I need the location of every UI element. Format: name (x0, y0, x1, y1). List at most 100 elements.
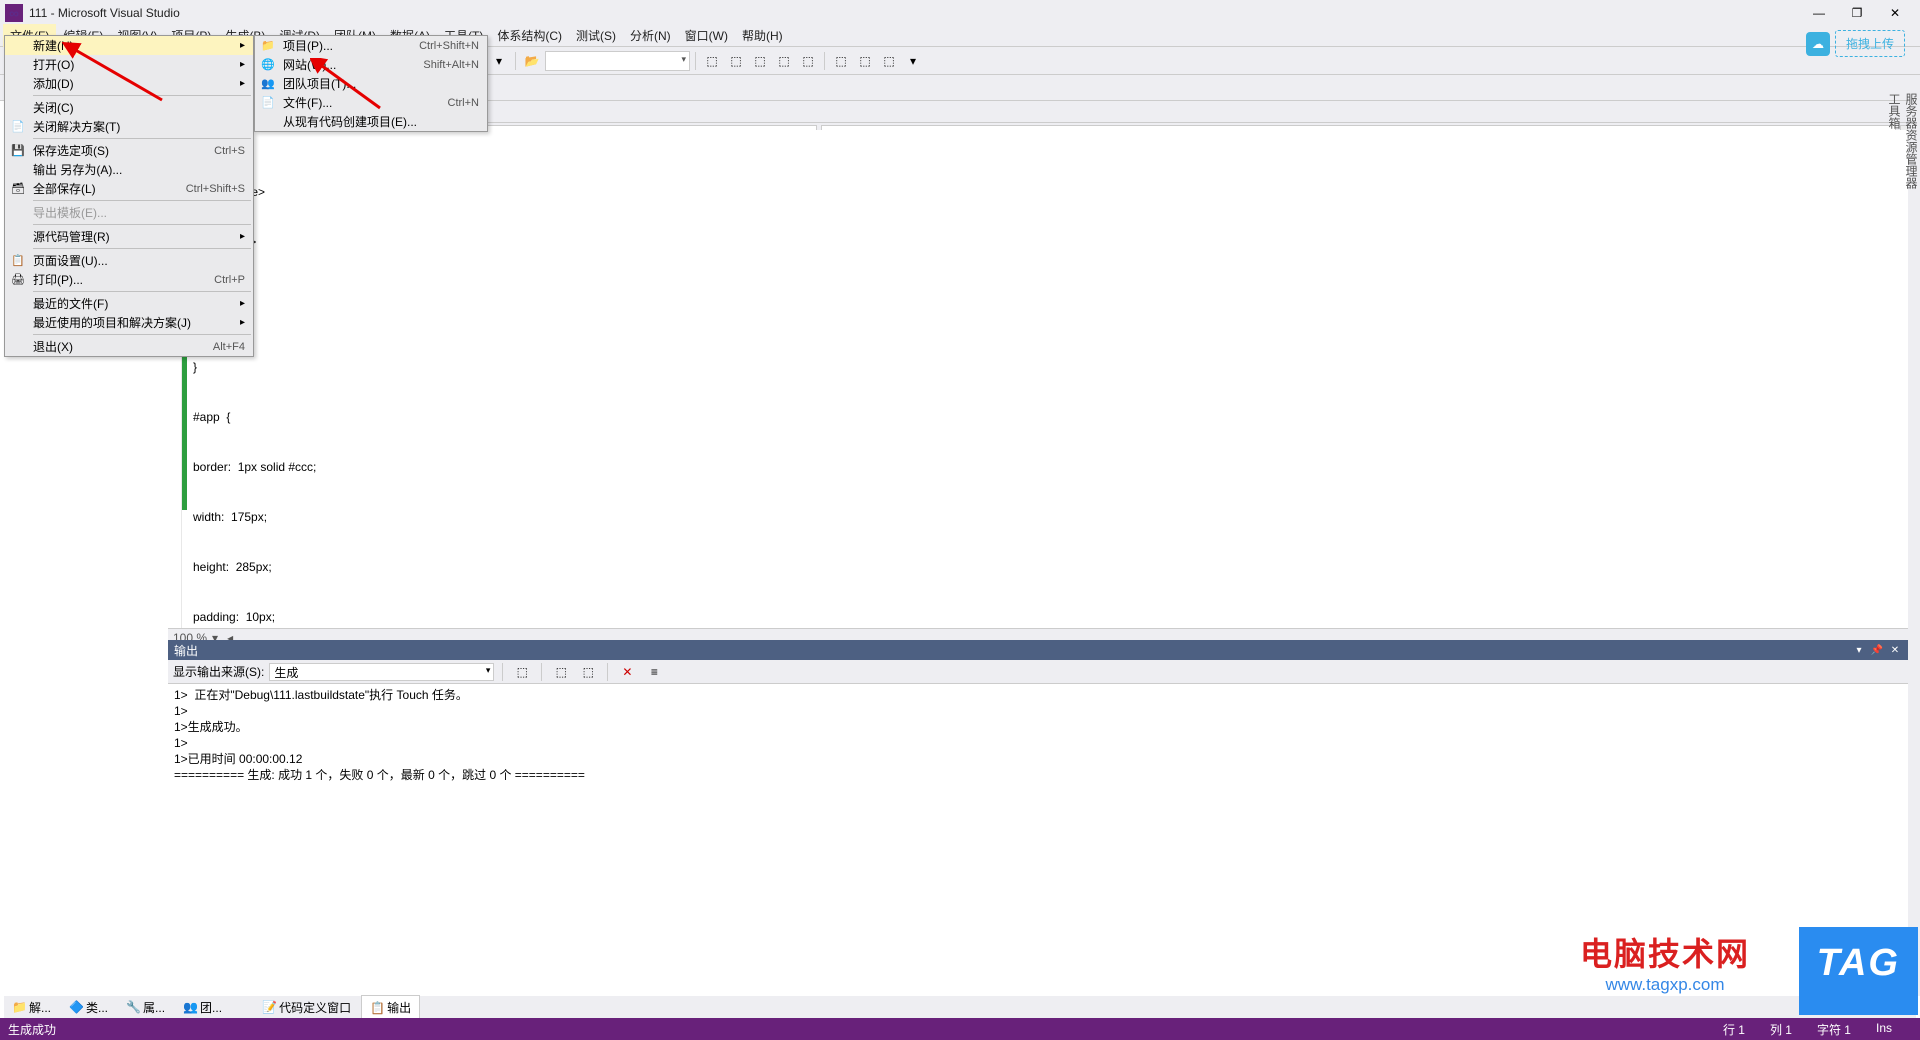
menu-source-control[interactable]: 源代码管理(R) ▸ (5, 227, 253, 246)
menu-add[interactable]: 添加(D) ▸ (5, 74, 253, 93)
cloud-upload[interactable]: ☁ 拖拽上传 (1806, 30, 1905, 57)
tool-dropdown-icon[interactable]: ▾ (488, 50, 510, 72)
panel-pin-icon[interactable]: 📌 (1870, 643, 1884, 657)
tool-icon[interactable]: ⬚ (830, 50, 852, 72)
status-bar: 生成成功 行 1 列 1 字符 1 Ins (0, 1018, 1920, 1040)
output-source-value: 生成 (274, 666, 298, 680)
menu-print[interactable]: 🖨 打印(P)... Ctrl+P (5, 270, 253, 289)
menu-page-setup[interactable]: 📋 页面设置(U)... (5, 251, 253, 270)
menu-help[interactable]: 帮助(H) (735, 24, 790, 47)
save-icon: 💾 (10, 143, 26, 159)
menu-window[interactable]: 窗口(W) (678, 24, 735, 47)
menu-page-setup-label: 页面设置(U)... (33, 252, 108, 269)
menu-export-template: 导出模板(E)... (5, 203, 253, 222)
toolbar-separator (695, 52, 696, 70)
solution-icon: 📁 (12, 1000, 26, 1014)
class-icon: 🔷 (69, 1000, 83, 1014)
shortcut-label: Ctrl+Shift+N (419, 40, 479, 52)
output-wrap-icon[interactable]: ≡ (643, 661, 665, 683)
output-source-combo[interactable]: 生成 (269, 663, 494, 681)
tool-find-icon[interactable]: 📂 (521, 50, 543, 72)
output-tool-icon[interactable]: ⬚ (577, 661, 599, 683)
menu-recent-files[interactable]: 最近的文件(F) ▸ (5, 294, 253, 313)
new-submenu: 📁 项目(P)... Ctrl+Shift+N 🌐 网站(W)... Shift… (254, 35, 488, 132)
menu-save-all-label: 全部保存(L) (33, 180, 96, 197)
output-tool-icon[interactable]: ⬚ (511, 661, 533, 683)
file-menu-dropdown: 新建(N) ▸ 打开(O) ▸ 添加(D) ▸ 关闭(C) 📄 关闭解决方案(T… (4, 35, 254, 357)
output-tab[interactable]: 📋输出 (361, 995, 420, 1019)
print-icon: 🖨 (10, 272, 26, 288)
output-panel: 输出 ▾ 📌 ✕ 显示输出来源(S): 生成 ⬚ ⬚ ⬚ ✕ ≡ 1> 正在对"… (168, 640, 1908, 810)
menu-recent-projects[interactable]: 最近使用的项目和解决方案(J) ▸ (5, 313, 253, 332)
toolbar-separator (607, 663, 608, 681)
menu-test[interactable]: 测试(S) (569, 24, 623, 47)
output-text[interactable]: 1> 正在对"Debug\111.lastbuildstate"执行 Touch… (168, 684, 1908, 810)
submenu-from-existing-label: 从现有代码创建项目(E)... (283, 113, 417, 130)
shortcut-label: Ctrl+Shift+S (186, 183, 245, 195)
tool-icon[interactable]: ⬚ (701, 50, 723, 72)
minimize-button[interactable]: — (1809, 3, 1829, 23)
maximize-button[interactable]: ❐ (1847, 3, 1867, 23)
submenu-project[interactable]: 📁 项目(P)... Ctrl+Shift+N (255, 36, 487, 55)
window-controls: — ❐ ✕ (1809, 3, 1915, 23)
submenu-file[interactable]: 📄 文件(F)... Ctrl+N (255, 93, 487, 112)
project-icon: 📁 (260, 38, 276, 54)
menu-analyze[interactable]: 分析(N) (623, 24, 678, 47)
menu-separator (33, 138, 251, 139)
shortcut-label: Alt+F4 (213, 341, 245, 353)
server-explorer-tab[interactable]: 服务器资源管理器 (1903, 85, 1920, 996)
submenu-arrow-icon: ▸ (240, 78, 245, 89)
close-button[interactable]: ✕ (1885, 3, 1905, 23)
output-source-label: 显示输出来源(S): (173, 663, 264, 680)
toolbar-separator (824, 52, 825, 70)
submenu-arrow-icon: ▸ (240, 59, 245, 70)
code-definition-tab[interactable]: 📝代码定义窗口 (254, 996, 359, 1019)
menu-separator (33, 200, 251, 201)
tool-icon[interactable]: ⬚ (854, 50, 876, 72)
output-title: 输出 (174, 642, 198, 659)
toolbox-tab[interactable]: 工具箱 (1886, 85, 1903, 996)
tool-icon[interactable]: ⬚ (797, 50, 819, 72)
menu-close-label: 关闭(C) (33, 99, 74, 116)
menu-architecture[interactable]: 体系结构(C) (490, 24, 569, 47)
menu-new[interactable]: 新建(N) ▸ (5, 36, 253, 55)
submenu-website-label: 网站(W)... (283, 56, 336, 73)
tool-icon[interactable]: ⬚ (773, 50, 795, 72)
tool-icon[interactable]: ⬚ (725, 50, 747, 72)
menu-save-selected-label: 保存选定项(S) (33, 142, 109, 159)
submenu-from-existing[interactable]: 从现有代码创建项目(E)... (255, 112, 487, 131)
submenu-arrow-icon: ▸ (240, 298, 245, 309)
menu-separator (33, 248, 251, 249)
team-project-icon: 👥 (260, 76, 276, 92)
status-line: 行 1 (1723, 1021, 1745, 1038)
tool-dropdown-icon[interactable]: ▾ (902, 50, 924, 72)
tool-icon[interactable]: ⬚ (749, 50, 771, 72)
output-tool-icon[interactable]: ⬚ (550, 661, 572, 683)
team-explorer-tab[interactable]: 👥团... (175, 996, 230, 1019)
solution-explorer-tab[interactable]: 📁解... (4, 996, 59, 1019)
menu-save-all[interactable]: 🗃 全部保存(L) Ctrl+Shift+S (5, 179, 253, 198)
menu-close-solution[interactable]: 📄 关闭解决方案(T) (5, 117, 253, 136)
right-rail: 服务器资源管理器 工具箱 (1908, 75, 1920, 996)
output-clear-icon[interactable]: ✕ (616, 661, 638, 683)
menu-open[interactable]: 打开(O) ▸ (5, 55, 253, 74)
properties-tab[interactable]: 🔧属... (118, 996, 173, 1019)
menu-save-selected[interactable]: 💾 保存选定项(S) Ctrl+S (5, 141, 253, 160)
menu-exit[interactable]: 退出(X) Alt+F4 (5, 337, 253, 356)
panel-dropdown-icon[interactable]: ▾ (1852, 643, 1866, 657)
class-view-tab[interactable]: 🔷类... (61, 996, 116, 1019)
tool-icon[interactable]: ⬚ (878, 50, 900, 72)
watermark-url: www.tagxp.com (1580, 975, 1750, 995)
menu-save-as-label: 输出 另存为(A)... (33, 161, 122, 178)
menu-close[interactable]: 关闭(C) (5, 98, 253, 117)
submenu-team-project[interactable]: 👥 团队项目(T)... (255, 74, 487, 93)
find-combo[interactable] (545, 51, 690, 71)
output-header: 输出 ▾ 📌 ✕ (168, 640, 1908, 660)
submenu-website[interactable]: 🌐 网站(W)... Shift+Alt+N (255, 55, 487, 74)
menu-open-label: 打开(O) (33, 56, 74, 73)
code-editor[interactable]: et="utf-8"> 计算器</title> ="text/css"> px;… (168, 130, 1908, 640)
menu-new-label: 新建(N) (33, 37, 74, 54)
menu-save-as[interactable]: 输出 另存为(A)... (5, 160, 253, 179)
watermark: 电脑技术网 www.tagxp.com (1580, 929, 1750, 995)
menu-add-label: 添加(D) (33, 75, 74, 92)
